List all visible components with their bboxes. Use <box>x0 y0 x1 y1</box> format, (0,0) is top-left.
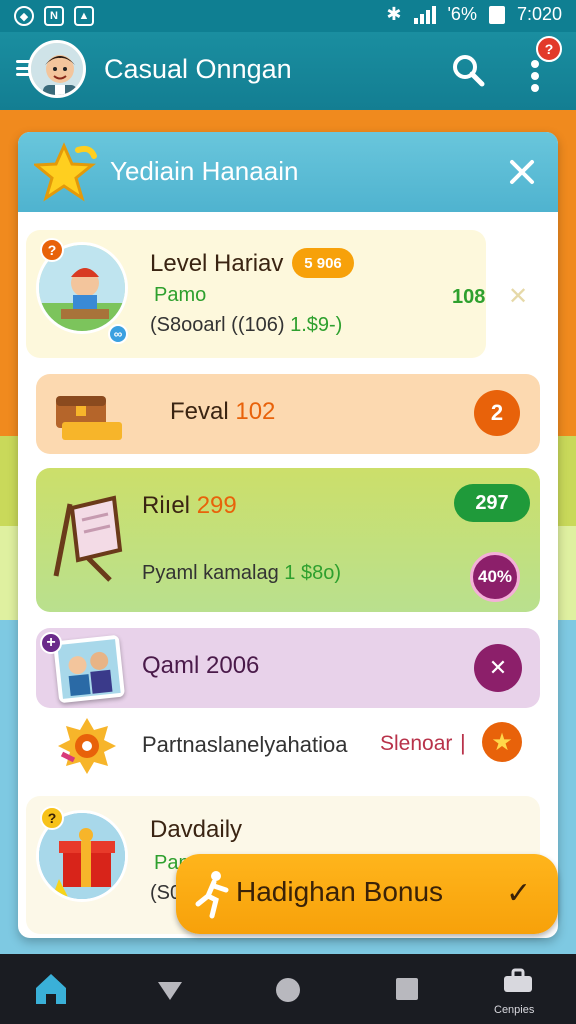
qaml-corner-badge: + <box>40 632 62 654</box>
davdaily-title: Davdaily <box>150 816 243 843</box>
riiel-percent-badge: 40% <box>470 552 520 602</box>
battery-percent: '6% <box>447 4 477 24</box>
partnership-tag: Slenoar <box>380 732 453 755</box>
signal-icon <box>413 5 436 24</box>
list-item-level[interactable]: ? ∞ Level Hariav 5 906 Pamo (S8ooarl ((1… <box>26 230 486 358</box>
level-subtitle: Pamo <box>154 284 207 306</box>
dismiss-icon[interactable]: ✕ <box>508 282 528 311</box>
bonus-label: Hadighan Bonus <box>236 876 444 907</box>
list-item-riiel[interactable]: Riıel 299 297 Pyaml kamalag 1 $8o) 40% <box>36 468 540 612</box>
recents-icon[interactable] <box>396 978 418 1000</box>
search-icon[interactable] <box>450 52 486 88</box>
feval-title: Feval 102 <box>170 398 275 426</box>
briefcase-icon[interactable] <box>500 968 536 994</box>
battery-icon <box>488 5 505 24</box>
photo-thumbnail <box>52 634 126 704</box>
dialog: Yediain Hanaain ? ∞ Level Hariav 5 906 P… <box>18 132 558 938</box>
riiel-score-badge: 297 <box>454 484 530 522</box>
qaml-title: Qaml 2006 <box>142 652 259 680</box>
gear-badge-icon <box>54 714 120 778</box>
status-bar: ◆ N ▲ ✱ '6% 7:020 <box>0 0 576 32</box>
riiel-subtitle: Pyaml kamalag 1 $8o) <box>142 562 341 585</box>
nav-bar: Cenpies <box>0 954 576 1024</box>
check-icon: ✓ <box>506 877 532 910</box>
notification-badge[interactable]: ? <box>536 36 562 62</box>
riiel-subtitle-value: 1 $8o) <box>284 562 341 584</box>
qaml-title-number: 2006 <box>206 652 260 679</box>
close-icon[interactable] <box>504 154 540 190</box>
link-icon: ∞ <box>108 324 128 344</box>
partnership-title: Partnaslanelyahatioa <box>142 732 348 757</box>
avatar[interactable] <box>28 40 86 98</box>
feval-title-number: 102 <box>235 398 276 425</box>
dialog-title: Yediain Hanaain <box>110 156 299 186</box>
app-bar: Casual Onngan ? <box>0 32 576 110</box>
partnership-separator: | <box>460 730 466 755</box>
back-icon[interactable] <box>156 976 184 1004</box>
easel-icon <box>48 490 124 582</box>
bonus-button[interactable]: Hadighan Bonus ✓ <box>176 854 558 934</box>
riiel-title: Riıel 299 <box>142 492 237 520</box>
list-item-feval[interactable]: Feval 102 2 <box>36 374 540 454</box>
level-detail-value: 1.$9-) <box>290 314 343 336</box>
wifi-icon: ✱ <box>386 4 402 24</box>
nav-corner-label: Cenpies <box>494 1004 535 1016</box>
app-title: Casual Onngan <box>104 54 292 84</box>
level-badge: 5 906 <box>292 248 354 278</box>
n-icon: N <box>44 6 64 26</box>
clock: 7:020 <box>516 4 562 24</box>
home-icon[interactable] <box>32 970 70 1008</box>
star-badge-icon[interactable]: ★ <box>482 722 522 762</box>
list-item-qaml[interactable]: + Qaml 2006 ✕ <box>36 628 540 708</box>
shield-icon: ◆ <box>14 6 34 26</box>
runner-icon <box>194 868 230 920</box>
riiel-title-text: Riıel <box>142 492 191 519</box>
feval-count-badge: 2 <box>474 390 520 436</box>
riiel-title-number: 299 <box>196 492 237 519</box>
star-icon <box>32 142 98 202</box>
level-value: 108 <box>452 286 486 308</box>
level-corner-badge: ? <box>40 238 64 262</box>
x-icon[interactable]: ✕ <box>474 644 522 692</box>
image-icon: ▲ <box>74 6 94 26</box>
dialog-header: Yediain Hanaain <box>18 132 558 212</box>
davdaily-corner-badge: ? <box>40 806 64 830</box>
level-detail: (S8ooarl ((106) 1.$9-) <box>150 314 342 337</box>
level-detail-prefix: (S8ooarl ((106) <box>150 314 285 336</box>
home-button-icon[interactable] <box>276 978 300 1002</box>
level-title: Level Hariav <box>150 250 284 277</box>
feval-title-text: Feval <box>170 398 229 425</box>
list-item-partnership[interactable]: Partnaslanelyahatioa Slenoar | ★ <box>36 708 540 784</box>
chest-icon <box>52 384 124 444</box>
riiel-subtitle-text: Pyaml kamalag <box>142 562 279 584</box>
qaml-title-text: Qaml <box>142 652 200 679</box>
